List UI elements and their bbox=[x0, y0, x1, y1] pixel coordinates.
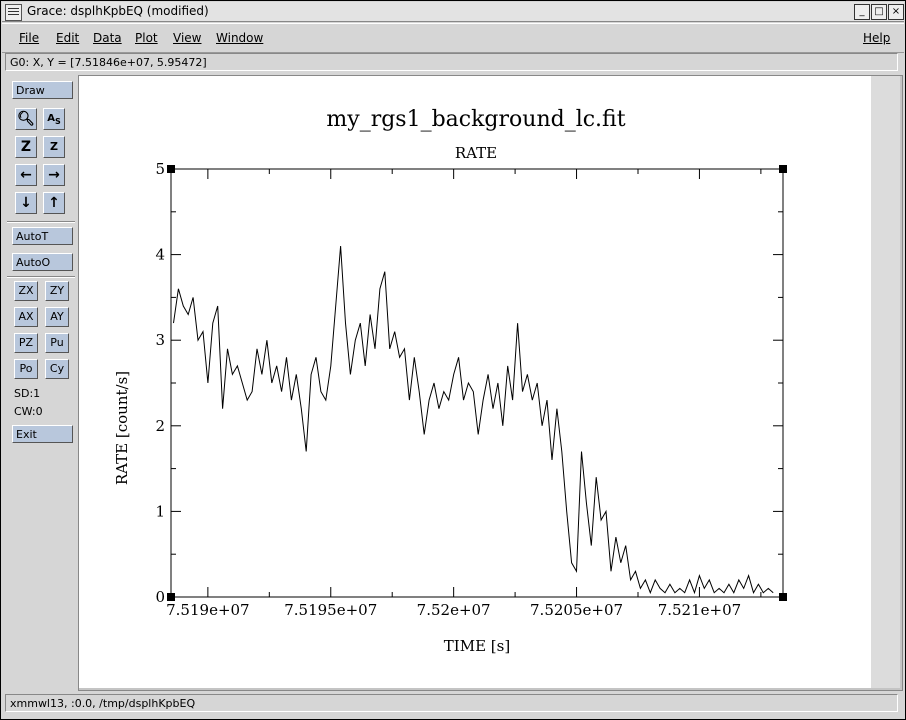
down-arrow-icon[interactable]: ↓ bbox=[15, 192, 37, 214]
divider bbox=[7, 276, 75, 278]
cy-button[interactable]: Cy bbox=[45, 359, 69, 379]
y-tick-label: 2 bbox=[155, 417, 165, 435]
draw-button[interactable]: Draw bbox=[12, 81, 73, 99]
graph-corner-handle bbox=[167, 165, 175, 173]
menu-data[interactable]: Data bbox=[93, 31, 122, 45]
pz-button[interactable]: PZ bbox=[14, 333, 38, 353]
series-group bbox=[173, 245, 774, 595]
zoom-z-small-icon[interactable]: Z bbox=[43, 136, 65, 158]
graph-corner-handle bbox=[779, 165, 787, 173]
status-bar: xmmwl13, :0.0, /tmp/dsplhKpbEQ bbox=[5, 694, 898, 712]
cw-status: CW:0 bbox=[14, 405, 43, 418]
plot-canvas[interactable]: my_rgs1_background_lc.fit RATE TIME [s] … bbox=[79, 76, 871, 688]
window-menu-icon[interactable] bbox=[5, 4, 22, 21]
exit-button[interactable]: Exit bbox=[12, 425, 73, 443]
set-display-status: SD:1 bbox=[14, 387, 41, 400]
graph-handles bbox=[167, 165, 787, 601]
y-tick-label: 3 bbox=[155, 331, 165, 349]
x-tick-label: 7.52e+07 bbox=[417, 601, 491, 619]
locator-readout: G0: X, Y = [7.51846e+07, 5.95472] bbox=[5, 53, 898, 71]
autoscale-icon[interactable]: AS bbox=[43, 108, 65, 130]
zoom-z-icon[interactable]: Z bbox=[15, 136, 37, 158]
chart-subtitle: RATE bbox=[455, 144, 497, 162]
y-tick-label: 4 bbox=[155, 246, 165, 264]
menu-bar: File Edit Data Plot View Window Help bbox=[2, 23, 904, 53]
chart-title: my_rgs1_background_lc.fit bbox=[326, 107, 625, 132]
up-arrow-icon[interactable]: ↑ bbox=[43, 192, 65, 214]
x-tick-label: 7.521e+07 bbox=[658, 601, 741, 619]
tool-panel: Draw 🔍︎ AS Z Z ← → ↓ ↑ AutoT AutoO ZX ZY… bbox=[6, 75, 76, 687]
graph-corner-handle bbox=[779, 593, 787, 601]
y-tick-label: 0 bbox=[155, 588, 165, 606]
maximize-icon[interactable]: □ bbox=[871, 4, 887, 20]
menu-view[interactable]: View bbox=[173, 31, 201, 45]
po-button[interactable]: Po bbox=[14, 359, 38, 379]
divider bbox=[7, 221, 75, 223]
ay-button[interactable]: AY bbox=[45, 307, 69, 327]
menu-plot[interactable]: Plot bbox=[135, 31, 158, 45]
grace-window: Grace: dsplhKpbEQ (modified) _ □ × File … bbox=[0, 0, 906, 720]
pu-button[interactable]: Pu bbox=[45, 333, 69, 353]
zoom-icon[interactable]: 🔍︎ bbox=[15, 108, 37, 130]
autot-button[interactable]: AutoT bbox=[12, 227, 73, 245]
y-tick-label: 1 bbox=[155, 502, 165, 520]
plot-axes bbox=[170, 168, 784, 598]
rate-series-line bbox=[173, 245, 774, 595]
title-bar: Grace: dsplhKpbEQ (modified) _ □ × bbox=[2, 2, 904, 22]
y-axis-label: RATE [count/s] bbox=[113, 371, 131, 485]
menu-window[interactable]: Window bbox=[216, 31, 263, 45]
x-tick-label: 7.5195e+07 bbox=[284, 601, 377, 619]
x-tick-label: 7.519e+07 bbox=[166, 601, 249, 619]
menu-help[interactable]: Help bbox=[863, 31, 890, 45]
minimize-icon[interactable]: _ bbox=[854, 4, 870, 20]
plot-frame bbox=[170, 168, 784, 598]
zy-button[interactable]: ZY bbox=[45, 281, 69, 301]
y-tick-label: 5 bbox=[155, 160, 165, 178]
left-arrow-icon[interactable]: ← bbox=[15, 164, 37, 186]
menu-file[interactable]: File bbox=[19, 31, 39, 45]
graph-corner-handle bbox=[167, 593, 175, 601]
window-title: Grace: dsplhKpbEQ (modified) bbox=[27, 4, 209, 18]
chart: my_rgs1_background_lc.fit RATE TIME [s] … bbox=[113, 107, 787, 655]
close-icon[interactable]: × bbox=[888, 4, 904, 20]
x-tick-label: 7.5205e+07 bbox=[530, 601, 623, 619]
canvas-scroll-area[interactable] bbox=[871, 76, 900, 688]
ax-button[interactable]: AX bbox=[14, 307, 38, 327]
zx-button[interactable]: ZX bbox=[14, 281, 38, 301]
x-axis-label: TIME [s] bbox=[444, 637, 510, 655]
axis-ticks: 0 1 2 3 4 5 7.519e+07 7.5195e+07 7.52e+07 7.5205e… bbox=[155, 160, 783, 619]
autoo-button[interactable]: AutoO bbox=[12, 253, 73, 271]
right-arrow-icon[interactable]: → bbox=[43, 164, 65, 186]
menu-edit[interactable]: Edit bbox=[56, 31, 79, 45]
